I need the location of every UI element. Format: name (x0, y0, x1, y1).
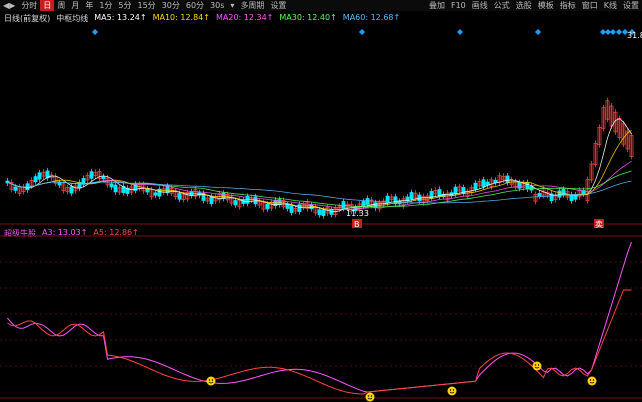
low-price-label: 11.33 (346, 209, 369, 218)
candle-body (493, 179, 498, 183)
candle-body (473, 182, 478, 190)
candle-body (209, 196, 214, 205)
candle-body (113, 184, 118, 193)
candle-body (365, 198, 370, 205)
smiley-eye (211, 379, 214, 381)
candle-body (57, 182, 62, 186)
ma-line (7, 130, 632, 210)
signal-diamond (610, 29, 616, 35)
smiley-eye (370, 395, 373, 397)
candle-body (517, 182, 522, 189)
smiley-eye (537, 364, 540, 366)
smiley-eye (534, 364, 537, 366)
candle-body (453, 186, 458, 195)
candle-body (329, 209, 334, 215)
smiley-icon (587, 376, 597, 386)
smiley-eye (592, 379, 595, 381)
sell-badge: 卖 (595, 220, 603, 229)
candles (5, 97, 634, 219)
candle-body (109, 183, 114, 188)
smiley-eye (589, 379, 592, 381)
ma-line (7, 118, 632, 213)
candle-body (409, 192, 414, 200)
candle-body (233, 200, 238, 206)
candle-body (569, 194, 574, 202)
candle-body (317, 209, 322, 216)
candle-body (277, 199, 282, 205)
ma-lines (7, 118, 632, 213)
candle-body (573, 194, 578, 200)
candle-body (153, 192, 158, 196)
candle-body (309, 204, 314, 210)
candle-body (89, 171, 94, 179)
candle-body (557, 190, 562, 198)
smiley-eye (452, 389, 455, 391)
candle-body (505, 175, 510, 183)
high-price-label: 31.8 (627, 31, 642, 40)
signal-diamond (359, 29, 365, 35)
indicator-line (7, 289, 632, 395)
signal-diamond (92, 29, 98, 35)
smiley-icon (532, 361, 542, 371)
indicator-lines (7, 241, 632, 395)
candle-body (101, 176, 106, 180)
smiley-icon (447, 386, 457, 396)
smiley-icon (206, 376, 216, 386)
signal-diamond (535, 29, 541, 35)
candle-body (537, 193, 542, 197)
candle-body (481, 179, 486, 187)
kline-chart[interactable]: 31.8 11.33 B 卖 (0, 0, 642, 402)
candle-body (69, 186, 74, 194)
candle-body (33, 176, 38, 183)
smiley-eye (367, 395, 370, 397)
candle-body (289, 205, 294, 213)
ma-line (7, 160, 632, 209)
candle-body (361, 200, 366, 207)
candle-body (13, 186, 18, 191)
candle-body (265, 203, 270, 210)
candle-body (177, 193, 182, 200)
candle-body (321, 209, 326, 216)
candle-body (145, 188, 150, 193)
buy-badge: B (354, 220, 360, 229)
smiley-eye (449, 389, 452, 391)
signal-markers (92, 29, 635, 35)
ma-line (7, 180, 632, 204)
signal-diamond (457, 29, 463, 35)
smiley-eye (208, 379, 211, 381)
signal-diamond (616, 29, 622, 35)
candle-body (221, 192, 226, 199)
candle-body (285, 204, 290, 209)
candle-body (37, 172, 42, 180)
smiley-icon (365, 392, 375, 402)
